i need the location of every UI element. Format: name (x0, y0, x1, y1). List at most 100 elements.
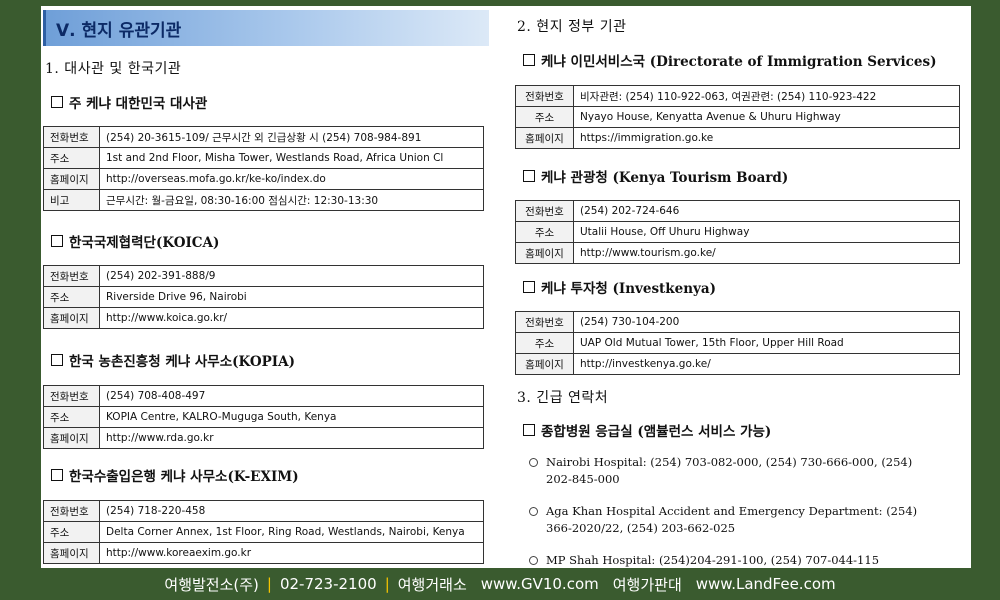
table-row: 홈페이지 http://www.koreaexim.go.kr (43, 542, 484, 564)
row-label: 전화번호 (515, 85, 574, 107)
footer-separator: | (384, 575, 390, 593)
document-page: Ⅴ. 현지 유관기관 1. 대사관 및 한국기관 주 케냐 대한민국 대사관 전… (41, 6, 971, 568)
table-row: 홈페이지 http://overseas.mofa.go.kr/ke-ko/in… (43, 168, 484, 190)
emergency-heading: 종합병원 응급실 (앰뷸런스 서비스 가능) (523, 420, 771, 440)
homepage-link[interactable]: http://www.tourism.go.ke/ (573, 242, 960, 264)
row-label: 홈페이지 (43, 307, 100, 329)
table-row: 홈페이지 http://www.tourism.go.ke/ (515, 242, 960, 264)
checkbox-square-icon (51, 354, 63, 366)
table-row: 주소 KOPIA Centre, KALRO-Muguga South, Ken… (43, 406, 484, 428)
footer-phone: 02-723-2100 (279, 575, 377, 593)
row-label: 주소 (43, 147, 100, 169)
contact-line: Nairobi Hospital: (254) 703-082-000, (25… (546, 455, 913, 469)
row-value: Nyayo House, Kenyatta Avenue & Uhuru Hig… (573, 106, 960, 128)
row-label: 홈페이지 (43, 168, 100, 190)
circle-bullet-icon (529, 556, 538, 565)
table-row: 주소 Utalii House, Off Uhuru Highway (515, 221, 960, 243)
section-banner: Ⅴ. 현지 유관기관 (43, 10, 489, 46)
row-value: (254) 708-408-497 (99, 385, 484, 407)
footer-company: 여행발전소(주) (164, 575, 259, 594)
kopia-title: 한국 농촌진흥청 케냐 사무소(KOPIA) (69, 354, 295, 370)
homepage-link[interactable]: http://www.koreaexim.go.kr (99, 542, 484, 564)
row-label: 홈페이지 (515, 353, 574, 375)
invest-heading: 케냐 투자청 (Investkenya) (523, 277, 716, 297)
row-value: 근무시간: 월-금요일, 08:30-16:00 점심시간: 12:30-13:… (99, 189, 484, 211)
checkbox-square-icon (51, 96, 63, 108)
checkbox-square-icon (51, 235, 63, 247)
contact-line: 366-2020/22, (254) 203-662-025 (546, 521, 736, 535)
row-label: 전화번호 (515, 200, 574, 222)
table-row: 비고 근무시간: 월-금요일, 08:30-16:00 점심시간: 12:30-… (43, 189, 484, 211)
row-value: Delta Corner Annex, 1st Floor, Ring Road… (99, 521, 484, 543)
embassy-table: 전화번호 (254) 20-3615-109/ 근무시간 외 긴급상황 시 (2… (43, 126, 484, 211)
table-row: 전화번호 (254) 718-220-458 (43, 500, 484, 522)
homepage-link[interactable]: http://www.rda.go.kr (99, 427, 484, 449)
section-heading-government: 2. 현지 정부 기관 (517, 19, 627, 35)
immigration-title: 케냐 이민서비스국 (Directorate of Immigration Se… (541, 54, 937, 70)
section-heading-emergency: 3. 긴급 연락처 (517, 390, 609, 406)
checkbox-square-icon (51, 469, 63, 481)
koica-heading: 한국국제협력단(KOICA) (51, 231, 219, 251)
table-row: 홈페이지 http://investkenya.go.ke/ (515, 353, 960, 375)
footer-separator: | (266, 575, 272, 593)
row-label: 홈페이지 (515, 242, 574, 264)
footer-bar: 여행발전소(주) | 02-723-2100 | 여행거래소 www.GV10.… (0, 568, 1000, 600)
row-label: 주소 (515, 332, 574, 354)
homepage-link[interactable]: http://www.koica.go.kr/ (99, 307, 484, 329)
table-row: 전화번호 (254) 730-104-200 (515, 311, 960, 333)
table-row: 홈페이지 http://www.koica.go.kr/ (43, 307, 484, 329)
embassy-heading: 주 케냐 대한민국 대사관 (51, 92, 207, 112)
tourism-table: 전화번호 (254) 202-724-646 주소 Utalii House, … (515, 200, 960, 264)
row-value: UAP Old Mutual Tower, 15th Floor, Upper … (573, 332, 960, 354)
footer-site-gv10[interactable]: www.GV10.com (481, 575, 599, 593)
row-label: 홈페이지 (43, 542, 100, 564)
kexim-table: 전화번호 (254) 718-220-458 주소 Delta Corner A… (43, 500, 484, 564)
row-label: 주소 (43, 406, 100, 428)
table-row: 주소 Nyayo House, Kenyatta Avenue & Uhuru … (515, 106, 960, 128)
list-item: Nairobi Hospital: (254) 703-082-000, (25… (529, 454, 912, 488)
row-label: 주소 (43, 286, 100, 308)
kexim-title: 한국수출입은행 케냐 사무소(K-EXIM) (69, 469, 299, 485)
row-label: 주소 (515, 221, 574, 243)
table-row: 전화번호 (254) 202-391-888/9 (43, 265, 484, 287)
row-label: 전화번호 (515, 311, 574, 333)
homepage-link[interactable]: https://immigration.go.ke (573, 127, 960, 149)
tourism-heading: 케냐 관광청 (Kenya Tourism Board) (523, 166, 788, 186)
circle-bullet-icon (529, 458, 538, 467)
invest-title: 케냐 투자청 (Investkenya) (541, 281, 717, 297)
row-label: 주소 (43, 521, 100, 543)
contact-line: 202-845-000 (546, 472, 620, 486)
embassy-title: 주 케냐 대한민국 대사관 (69, 96, 208, 112)
row-label: 전화번호 (43, 500, 100, 522)
footer-label-stand: 여행가판대 (612, 575, 682, 594)
circle-bullet-icon (529, 507, 538, 516)
kexim-heading: 한국수출입은행 케냐 사무소(K-EXIM) (51, 465, 299, 485)
list-item: Aga Khan Hospital Accident and Emergency… (529, 503, 917, 537)
row-label: 전화번호 (43, 385, 100, 407)
footer-site-landfee[interactable]: www.LandFee.com (696, 575, 836, 593)
section-heading-embassies: 1. 대사관 및 한국기관 (45, 61, 182, 77)
contact-line: MP Shah Hospital: (254)204-291-100, (254… (546, 553, 880, 567)
table-row: 전화번호 비자관련: (254) 110-922-063, 여권관련: (254… (515, 85, 960, 107)
row-value: Riverside Drive 96, Nairobi (99, 286, 484, 308)
table-row: 전화번호 (254) 708-408-497 (43, 385, 484, 407)
emergency-title: 종합병원 응급실 (앰뷸런스 서비스 가능) (541, 424, 772, 440)
row-value: KOPIA Centre, KALRO-Muguga South, Kenya (99, 406, 484, 428)
row-value: (254) 20-3615-109/ 근무시간 외 긴급상황 시 (254) 7… (99, 126, 484, 148)
checkbox-square-icon (523, 170, 535, 182)
table-row: 전화번호 (254) 202-724-646 (515, 200, 960, 222)
homepage-link[interactable]: http://investkenya.go.ke/ (573, 353, 960, 375)
row-label: 주소 (515, 106, 574, 128)
row-value: (254) 730-104-200 (573, 311, 960, 333)
row-label: 홈페이지 (515, 127, 574, 149)
tourism-title: 케냐 관광청 (Kenya Tourism Board) (541, 170, 789, 186)
kopia-heading: 한국 농촌진흥청 케냐 사무소(KOPIA) (51, 350, 295, 370)
immigration-heading: 케냐 이민서비스국 (Directorate of Immigration Se… (523, 50, 936, 70)
row-value: Utalii House, Off Uhuru Highway (573, 221, 960, 243)
kopia-table: 전화번호 (254) 708-408-497 주소 KOPIA Centre, … (43, 385, 484, 449)
row-value: (254) 202-724-646 (573, 200, 960, 222)
row-label: 비고 (43, 189, 100, 211)
table-row: 홈페이지 https://immigration.go.ke (515, 127, 960, 149)
homepage-link[interactable]: http://overseas.mofa.go.kr/ke-ko/index.d… (99, 168, 484, 190)
row-label: 홈페이지 (43, 427, 100, 449)
